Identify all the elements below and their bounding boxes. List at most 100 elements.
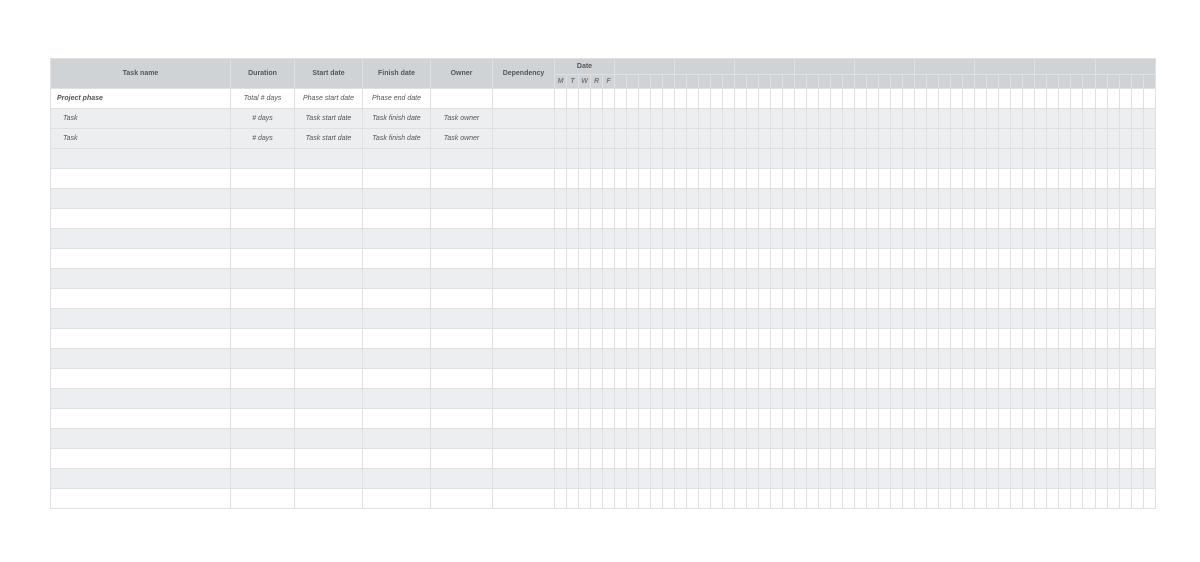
gantt-cell[interactable] <box>591 409 603 429</box>
gantt-cell[interactable] <box>567 369 579 389</box>
gantt-cell[interactable] <box>747 189 759 209</box>
gantt-cell[interactable] <box>831 289 843 309</box>
gantt-cell[interactable] <box>1131 189 1143 209</box>
gantt-cell[interactable] <box>1023 89 1035 109</box>
gantt-cell[interactable] <box>1119 369 1131 389</box>
gantt-cell[interactable] <box>795 169 807 189</box>
empty-cell[interactable] <box>295 489 363 509</box>
empty-cell[interactable] <box>431 429 493 449</box>
gantt-cell[interactable] <box>987 89 999 109</box>
gantt-cell[interactable] <box>555 269 567 289</box>
gantt-cell[interactable] <box>1023 109 1035 129</box>
gantt-cell[interactable] <box>639 309 651 329</box>
gantt-cell[interactable] <box>855 149 867 169</box>
gantt-cell[interactable] <box>1083 229 1095 249</box>
gantt-cell[interactable] <box>555 229 567 249</box>
gantt-cell[interactable] <box>1071 349 1083 369</box>
gantt-cell[interactable] <box>879 369 891 389</box>
gantt-cell[interactable] <box>747 309 759 329</box>
gantt-cell[interactable] <box>903 149 915 169</box>
gantt-cell[interactable] <box>591 349 603 369</box>
gantt-cell[interactable] <box>843 229 855 249</box>
gantt-cell[interactable] <box>819 89 831 109</box>
gantt-cell[interactable] <box>687 129 699 149</box>
gantt-cell[interactable] <box>927 309 939 329</box>
gantt-cell[interactable] <box>1083 489 1095 509</box>
gantt-cell[interactable] <box>915 289 927 309</box>
gantt-cell[interactable] <box>963 169 975 189</box>
gantt-cell[interactable] <box>1011 409 1023 429</box>
gantt-cell[interactable] <box>735 309 747 329</box>
gantt-cell[interactable] <box>627 269 639 289</box>
gantt-cell[interactable] <box>999 209 1011 229</box>
gantt-cell[interactable] <box>843 429 855 449</box>
gantt-cell[interactable] <box>807 149 819 169</box>
gantt-cell[interactable] <box>999 469 1011 489</box>
empty-cell[interactable] <box>51 169 231 189</box>
gantt-cell[interactable] <box>1131 409 1143 429</box>
empty-cell[interactable] <box>363 309 431 329</box>
empty-cell[interactable] <box>295 309 363 329</box>
gantt-cell[interactable] <box>1071 429 1083 449</box>
cell-owner[interactable] <box>431 89 493 109</box>
gantt-cell[interactable] <box>831 249 843 269</box>
gantt-cell[interactable] <box>843 169 855 189</box>
gantt-cell[interactable] <box>1035 229 1047 249</box>
gantt-cell[interactable] <box>747 129 759 149</box>
empty-cell[interactable] <box>51 369 231 389</box>
gantt-cell[interactable] <box>903 369 915 389</box>
gantt-cell[interactable] <box>759 309 771 329</box>
gantt-cell[interactable] <box>963 129 975 149</box>
gantt-cell[interactable] <box>987 369 999 389</box>
gantt-cell[interactable] <box>1035 329 1047 349</box>
gantt-cell[interactable] <box>711 449 723 469</box>
gantt-cell[interactable] <box>855 89 867 109</box>
gantt-cell[interactable] <box>759 429 771 449</box>
cell-dependency[interactable] <box>493 89 555 109</box>
gantt-cell[interactable] <box>819 369 831 389</box>
empty-cell[interactable] <box>295 349 363 369</box>
gantt-cell[interactable] <box>915 169 927 189</box>
gantt-cell[interactable] <box>915 209 927 229</box>
gantt-cell[interactable] <box>915 369 927 389</box>
gantt-cell[interactable] <box>663 449 675 469</box>
gantt-cell[interactable] <box>687 329 699 349</box>
gantt-cell[interactable] <box>987 389 999 409</box>
gantt-cell[interactable] <box>831 489 843 509</box>
gantt-cell[interactable] <box>795 469 807 489</box>
cell-duration[interactable]: # days <box>231 129 295 149</box>
gantt-cell[interactable] <box>555 149 567 169</box>
gantt-cell[interactable] <box>615 229 627 249</box>
gantt-cell[interactable] <box>1047 89 1059 109</box>
gantt-cell[interactable] <box>1047 189 1059 209</box>
gantt-cell[interactable] <box>555 489 567 509</box>
gantt-cell[interactable] <box>927 409 939 429</box>
gantt-cell[interactable] <box>843 189 855 209</box>
gantt-cell[interactable] <box>627 349 639 369</box>
cell-dependency[interactable] <box>493 109 555 129</box>
gantt-cell[interactable] <box>603 89 615 109</box>
gantt-cell[interactable] <box>939 209 951 229</box>
gantt-cell[interactable] <box>675 189 687 209</box>
gantt-cell[interactable] <box>795 149 807 169</box>
gantt-cell[interactable] <box>591 309 603 329</box>
gantt-cell[interactable] <box>1011 229 1023 249</box>
gantt-cell[interactable] <box>759 249 771 269</box>
gantt-cell[interactable] <box>711 169 723 189</box>
gantt-cell[interactable] <box>687 249 699 269</box>
empty-cell[interactable] <box>493 289 555 309</box>
gantt-cell[interactable] <box>939 109 951 129</box>
gantt-cell[interactable] <box>771 149 783 169</box>
gantt-cell[interactable] <box>663 89 675 109</box>
gantt-cell[interactable] <box>1095 429 1107 449</box>
gantt-cell[interactable] <box>651 229 663 249</box>
gantt-cell[interactable] <box>627 209 639 229</box>
gantt-cell[interactable] <box>1107 329 1119 349</box>
gantt-cell[interactable] <box>723 109 735 129</box>
gantt-cell[interactable] <box>1047 209 1059 229</box>
gantt-cell[interactable] <box>915 249 927 269</box>
empty-cell[interactable] <box>493 269 555 289</box>
gantt-cell[interactable] <box>891 189 903 209</box>
gantt-cell[interactable] <box>603 469 615 489</box>
gantt-cell[interactable] <box>1143 269 1155 289</box>
